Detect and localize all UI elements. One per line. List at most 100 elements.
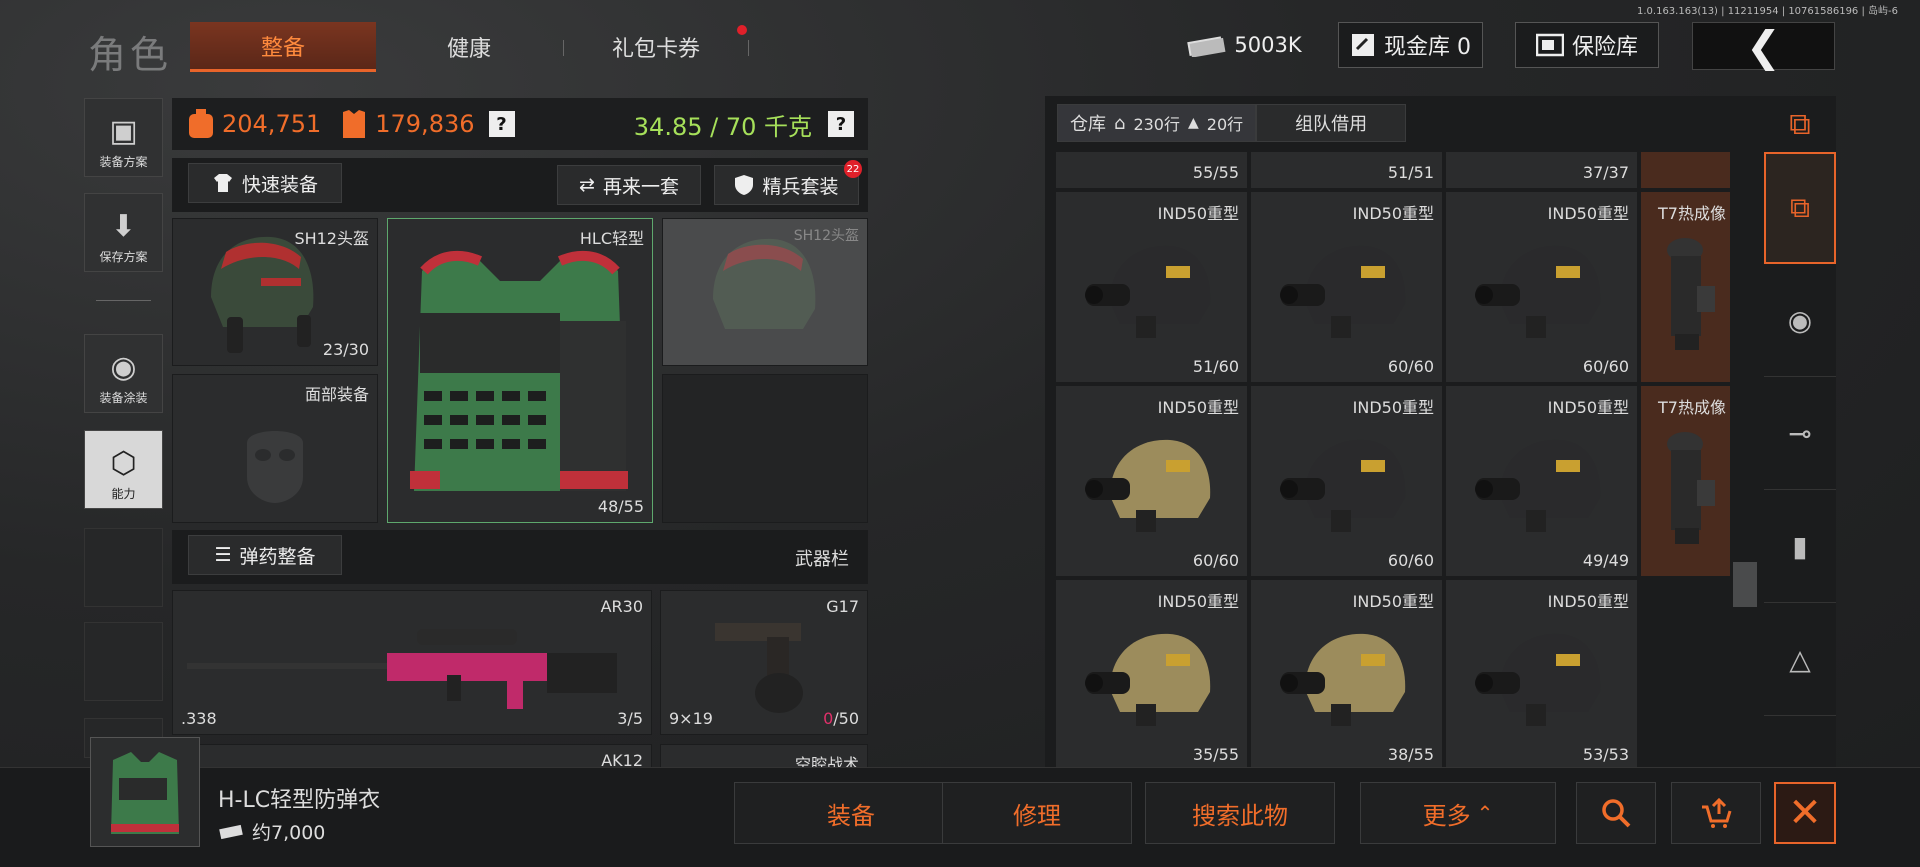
paint-button[interactable]: ◉ 装备涂装 [84, 334, 163, 413]
sniper-rifle-image [187, 629, 617, 709]
more-button[interactable]: 更多 ⌃ [1360, 782, 1556, 844]
layers-refresh-icon[interactable]: ⧉ [1772, 102, 1828, 146]
tab-gift-coupons[interactable]: 礼包卡券 [563, 22, 749, 72]
more-label: 更多 [1422, 801, 1471, 830]
cash-vault-button[interactable]: 现金库 0 [1338, 22, 1483, 68]
item-name: IND50重型 [1547, 204, 1629, 223]
weight-help-button[interactable]: ? [828, 111, 854, 137]
item-name: IND50重型 [1352, 204, 1434, 223]
night-vision-helmet-image [1085, 633, 1211, 726]
helmet-icon: ◉ [1787, 304, 1813, 337]
magazine-icon: ▮ [1792, 530, 1808, 563]
elite-set-label: 精兵套装 [762, 175, 839, 198]
inventory-cell[interactable]: 51/51 [1250, 151, 1443, 189]
primary-weapon-name: AR30 [600, 597, 643, 616]
thermal-scope-item[interactable]: T7热成像 [1640, 385, 1730, 577]
search-button[interactable] [1576, 782, 1656, 844]
helmet-slot[interactable]: SH12头盔 23/30 [172, 218, 378, 366]
face-slot[interactable]: 面部装备 [172, 374, 378, 523]
help-button[interactable]: ? [488, 111, 515, 137]
helmet-ghost-name: SH12头盔 [793, 228, 859, 244]
pistol-name: G17 [826, 597, 859, 616]
close-button[interactable]: ✕ [1774, 782, 1836, 844]
weight-display: 34.85 / 70 千克 [633, 112, 812, 141]
cash-icon [1187, 36, 1226, 57]
inventory-cell[interactable]: 37/37 [1445, 151, 1638, 189]
helmet-item[interactable]: IND50重型 38/55 [1250, 579, 1443, 767]
tab-vault[interactable]: 仓库 ⌂ 230行 ▲ 20行 [1057, 104, 1257, 142]
inventory-scrollbar[interactable] [1733, 562, 1757, 607]
category-rifle[interactable]: ⊸ [1764, 378, 1836, 490]
loadout-plan-button[interactable]: ▣ 装备方案 [84, 98, 163, 177]
repair-label: 修理 [1013, 801, 1061, 830]
search-item-button[interactable]: 搜索此物 [1145, 782, 1335, 844]
ability-button[interactable]: ⬡ 能力 [84, 430, 163, 509]
item-count: 38/55 [1387, 745, 1434, 764]
again-button[interactable]: ⇄ 再来一套 [557, 165, 701, 205]
primary-ammo-type: .338 [181, 709, 217, 728]
vault-rows: 230行 [1133, 115, 1180, 134]
selected-item-price: 约7,000 [218, 818, 325, 845]
item-count: 49/49 [1582, 551, 1629, 570]
loadout-plan-label: 装备方案 [99, 155, 148, 169]
armor-value-icon [343, 110, 366, 138]
ammo-button[interactable]: ☰ 弹药整备 [188, 535, 342, 575]
repair-button[interactable]: 修理 [942, 782, 1132, 844]
equip-action-button[interactable]: 装备 [734, 782, 968, 844]
inventory-cell[interactable] [1640, 151, 1730, 189]
download-icon: ⬇ [110, 209, 137, 244]
item-count: 53/53 [1582, 745, 1629, 764]
night-vision-helmet-image [1475, 439, 1601, 532]
backpack-icon: ▣ [109, 114, 138, 149]
helmet-item[interactable]: IND50重型 60/60 [1055, 385, 1248, 577]
helmet-item[interactable]: IND50重型 51/60 [1055, 191, 1248, 383]
helmet-item[interactable]: IND50重型 35/55 [1055, 579, 1248, 767]
backpack-value: 204,751 [222, 110, 322, 138]
currency-display: 5003K [1180, 22, 1308, 68]
category-all-items[interactable]: ⧉ [1764, 152, 1836, 264]
notification-dot [737, 25, 747, 35]
back-button[interactable]: ❮ [1692, 22, 1835, 71]
ammo-label: 弹药整备 [239, 545, 316, 568]
elite-set-button[interactable]: 精兵套装 [714, 165, 859, 205]
thermal-scope-item[interactable]: T7热成像 [1640, 191, 1730, 383]
item-name: IND50重型 [1157, 592, 1239, 611]
quick-equip-button[interactable]: 快速装备 [188, 163, 342, 203]
weapon-slot-primary[interactable]: AR30 .338 3/5 [172, 590, 652, 735]
vest-slot[interactable]: HLC轻型 48/55 [387, 218, 653, 523]
inventory-tabs: 仓库 ⌂ 230行 ▲ 20行 组队借用 [1057, 104, 1407, 142]
item-count: 55/55 [1192, 163, 1239, 182]
helmet-item[interactable]: IND50重型 60/60 [1250, 385, 1443, 577]
thermal-scope-image [1667, 432, 1715, 544]
sell-button[interactable] [1671, 782, 1761, 844]
ammo-stack-icon: ☰ [214, 544, 232, 566]
tab-equip[interactable]: 整备 [190, 22, 376, 72]
cart-upload-icon [1702, 797, 1732, 828]
helmet-item[interactable]: IND50重型 49/49 [1445, 385, 1638, 577]
tab-team-borrow[interactable]: 组队借用 [1256, 104, 1407, 142]
safe-vault-button[interactable]: 保险库 [1515, 22, 1659, 68]
item-name: IND50重型 [1352, 592, 1434, 611]
page-title: 角色 [88, 33, 173, 77]
item-name: IND50重型 [1157, 398, 1239, 417]
pistol-image [715, 623, 803, 713]
inventory-cell[interactable]: 55/55 [1055, 151, 1248, 189]
category-helmet[interactable]: ◉ [1764, 265, 1836, 377]
helmet-item[interactable]: IND50重型 60/60 [1445, 191, 1638, 383]
ticket-icon: ▲ [1187, 115, 1199, 131]
helmet-ghost-image [713, 238, 816, 329]
helmet-item[interactable]: IND50重型 60/60 [1250, 191, 1443, 383]
vault-label: 仓库 [1070, 114, 1106, 135]
category-ammo[interactable]: △ [1764, 604, 1836, 716]
weapon-slot-pistol[interactable]: G17 9×19 0/50 [660, 590, 868, 735]
category-magazine[interactable]: ▮ [1764, 491, 1836, 603]
tab-health[interactable]: 健康 [376, 22, 562, 72]
save-plan-button[interactable]: ⬇ 保存方案 [84, 193, 163, 272]
helmet-item[interactable]: IND50重型 53/53 [1445, 579, 1638, 767]
armor-value: 179,836 [375, 110, 475, 138]
team-borrow-label: 组队借用 [1295, 114, 1368, 135]
helmet-preview-slot[interactable]: SH12头盔 [662, 218, 868, 366]
cash-vault-icon [1352, 34, 1374, 56]
pistol-ammo-current: 0 [823, 709, 834, 728]
item-name: IND50重型 [1352, 398, 1434, 417]
